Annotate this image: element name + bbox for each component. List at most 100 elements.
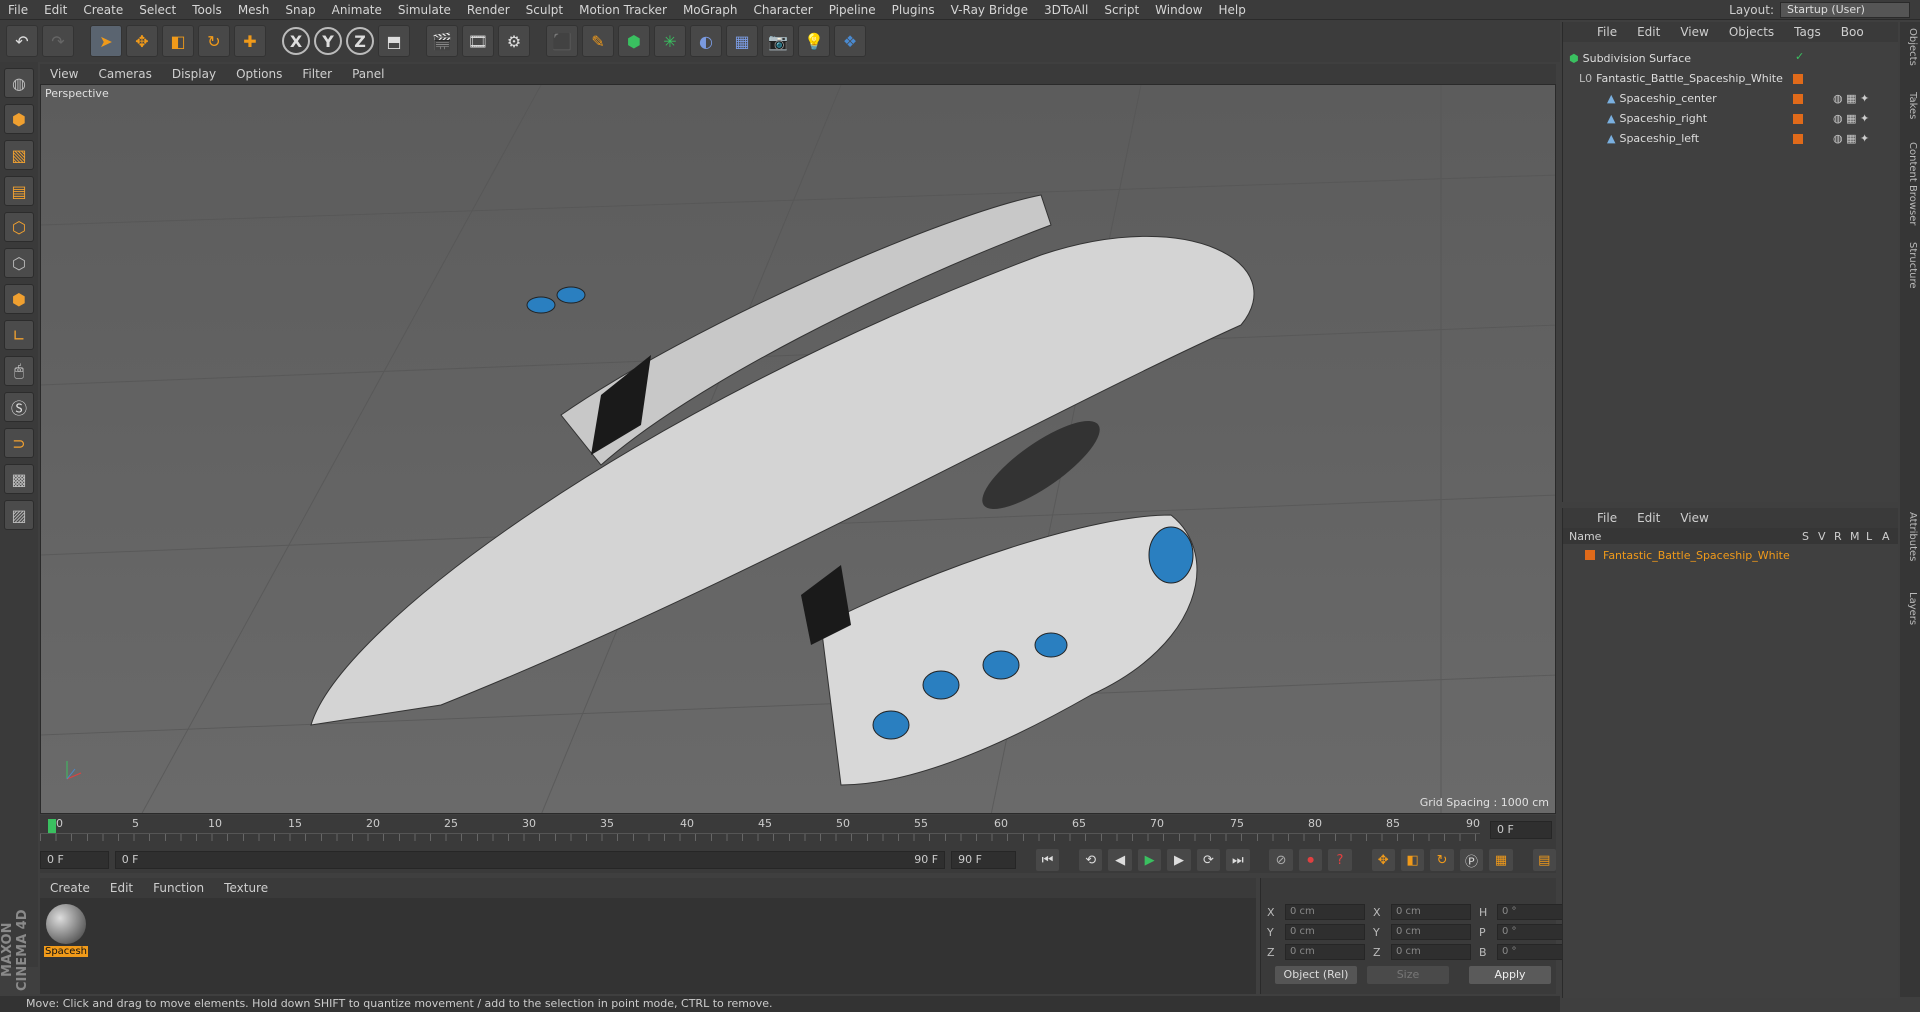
menu-character[interactable]: Character xyxy=(745,3,820,17)
tab-objects[interactable]: Objects xyxy=(1902,28,1918,66)
magnet-icon[interactable]: ⊃ xyxy=(4,428,34,458)
snap-icon[interactable]: Ⓢ xyxy=(4,392,34,422)
y-axis-lock-icon[interactable]: Y xyxy=(314,27,342,55)
frame-range-slider[interactable]: 0 F 90 F xyxy=(114,851,946,869)
tab-attributes[interactable]: Attributes xyxy=(1902,512,1918,561)
position-x-field[interactable]: 0 cm xyxy=(1285,904,1365,920)
rotate-tool-icon[interactable]: ↻ xyxy=(198,25,230,57)
size-z-field[interactable]: 0 cm xyxy=(1391,944,1471,960)
coordinate-mode-dropdown[interactable]: Object (Rel) xyxy=(1275,966,1357,984)
material-menu-texture[interactable]: Texture xyxy=(214,881,278,895)
menu-sculpt[interactable]: Sculpt xyxy=(518,3,571,17)
menu-snap[interactable]: Snap xyxy=(277,3,323,17)
previous-keyframe-icon[interactable]: ⟲ xyxy=(1078,849,1103,871)
axis-mode-icon[interactable]: ∟ xyxy=(4,320,34,350)
layout-dropdown[interactable]: Startup (User) xyxy=(1780,2,1910,18)
texture-tag-icon[interactable]: ◍ ▦ ✦ xyxy=(1833,112,1869,125)
light-icon[interactable]: 💡 xyxy=(798,25,830,57)
viewport-menu-filter[interactable]: Filter xyxy=(292,67,342,81)
material-menu-create[interactable]: Create xyxy=(40,881,100,895)
tab-structure[interactable]: Structure xyxy=(1902,242,1918,289)
menu-window[interactable]: Window xyxy=(1147,3,1210,17)
record-keys-icon[interactable]: ⊘ xyxy=(1269,849,1293,871)
enabled-check-icon[interactable]: ✓ xyxy=(1795,50,1804,63)
viewport-menu-view[interactable]: View xyxy=(40,67,88,81)
play-icon[interactable]: ▶ xyxy=(1137,849,1162,871)
viewport-menu-cameras[interactable]: Cameras xyxy=(88,67,161,81)
tab-layers[interactable]: Layers xyxy=(1902,592,1918,625)
texture-tag-icon[interactable]: ◍ ▦ ✦ xyxy=(1833,92,1869,105)
om-menu-bookmarks[interactable]: Boo xyxy=(1831,25,1874,39)
size-x-field[interactable]: 0 cm xyxy=(1391,904,1471,920)
om-menu-file[interactable]: File xyxy=(1587,25,1627,39)
menu-3dtoall[interactable]: 3DToAll xyxy=(1036,3,1096,17)
apply-button[interactable]: Apply xyxy=(1469,966,1551,984)
mograph-cloner-icon[interactable]: ✳ xyxy=(654,25,686,57)
viewport-menu-panel[interactable]: Panel xyxy=(342,67,394,81)
go-to-start-icon[interactable]: ⏮ xyxy=(1035,849,1060,871)
planar-workplane-icon[interactable]: ▨ xyxy=(4,500,34,530)
menu-file[interactable]: File xyxy=(0,3,36,17)
menu-plugins[interactable]: Plugins xyxy=(884,3,943,17)
viewport-menu-options[interactable]: Options xyxy=(226,67,292,81)
subdivision-icon[interactable]: ⬢ xyxy=(618,25,650,57)
menu-script[interactable]: Script xyxy=(1096,3,1147,17)
python-icon[interactable]: ❖ xyxy=(834,25,866,57)
material-swatch[interactable]: Spacesh xyxy=(44,902,88,962)
polygons-mode-icon[interactable]: ⬢ xyxy=(4,284,34,314)
timeline-window-icon[interactable]: ▤ xyxy=(1532,849,1556,871)
key-pla-icon[interactable]: ▦ xyxy=(1489,849,1513,871)
size-mode-dropdown[interactable]: Size xyxy=(1367,966,1449,984)
tab-content-browser[interactable]: Content Browser xyxy=(1902,142,1918,225)
menu-create[interactable]: Create xyxy=(75,3,131,17)
size-y-field[interactable]: 0 cm xyxy=(1391,924,1471,940)
om-menu-tags[interactable]: Tags xyxy=(1784,25,1831,39)
texture-tag-icon[interactable]: ◍ ▦ ✦ xyxy=(1833,132,1869,145)
om-menu-objects[interactable]: Objects xyxy=(1719,25,1784,39)
floor-icon[interactable]: ▦ xyxy=(726,25,758,57)
end-frame-field[interactable]: 90 F xyxy=(951,851,1016,869)
start-frame-field[interactable]: 0 F xyxy=(40,851,109,869)
autokey-icon[interactable]: ⏺ xyxy=(1298,849,1323,871)
menu-select[interactable]: Select xyxy=(131,3,184,17)
layer-color-tag[interactable] xyxy=(1793,114,1803,124)
coordinate-system-icon[interactable]: ⬒ xyxy=(378,25,410,57)
menu-vray-bridge[interactable]: V-Ray Bridge xyxy=(943,3,1036,17)
menu-edit[interactable]: Edit xyxy=(36,3,75,17)
tab-takes[interactable]: Takes xyxy=(1902,92,1918,119)
next-keyframe-icon[interactable]: ⟳ xyxy=(1196,849,1221,871)
points-mode-icon[interactable]: ⬡ xyxy=(4,212,34,242)
redo-icon[interactable]: ↷ xyxy=(42,25,74,57)
viewport-menu-display[interactable]: Display xyxy=(162,67,226,81)
menu-simulate[interactable]: Simulate xyxy=(390,3,459,17)
3d-viewport[interactable]: Perspective Grid Spacing : 1000 cm xyxy=(40,84,1556,814)
material-menu-edit[interactable]: Edit xyxy=(100,881,143,895)
camera-icon[interactable]: 📷 xyxy=(762,25,794,57)
move-tool-icon[interactable]: ✥ xyxy=(126,25,158,57)
lm-menu-file[interactable]: File xyxy=(1587,511,1627,525)
key-parameter-icon[interactable]: Ⓟ xyxy=(1459,849,1484,871)
layer-color-tag[interactable] xyxy=(1793,134,1803,144)
material-menu-function[interactable]: Function xyxy=(143,881,214,895)
position-z-field[interactable]: 0 cm xyxy=(1285,944,1365,960)
texture-mode-icon[interactable]: ▧ xyxy=(4,140,34,170)
x-axis-lock-icon[interactable]: X xyxy=(282,27,310,55)
previous-frame-icon[interactable]: ◀ xyxy=(1108,849,1132,871)
menu-help[interactable]: Help xyxy=(1210,3,1253,17)
cube-primitive-icon[interactable]: ⬛ xyxy=(546,25,578,57)
object-row-spaceship[interactable]: L0 Fantastic_Battle_Spaceship_White xyxy=(1563,68,1898,88)
tweak-mode-icon[interactable]: 🖱 xyxy=(4,356,34,386)
timeline-playhead[interactable] xyxy=(48,819,56,833)
om-menu-edit[interactable]: Edit xyxy=(1627,25,1670,39)
lock-workplane-icon[interactable]: ▩ xyxy=(4,464,34,494)
key-scale-icon[interactable]: ◧ xyxy=(1400,849,1425,871)
layer-row[interactable]: Fantastic_Battle_Spaceship_White xyxy=(1563,546,1898,564)
menu-mesh[interactable]: Mesh xyxy=(230,3,278,17)
menu-pipeline[interactable]: Pipeline xyxy=(821,3,884,17)
menu-render[interactable]: Render xyxy=(459,3,518,17)
timeline-ruler[interactable]: 0 5 10 15 20 25 30 35 40 45 50 55 60 65 … xyxy=(40,815,1556,847)
key-position-icon[interactable]: ✥ xyxy=(1371,849,1395,871)
next-frame-icon[interactable]: ▶ xyxy=(1167,849,1191,871)
position-y-field[interactable]: 0 cm xyxy=(1285,924,1365,940)
lm-menu-edit[interactable]: Edit xyxy=(1627,511,1670,525)
